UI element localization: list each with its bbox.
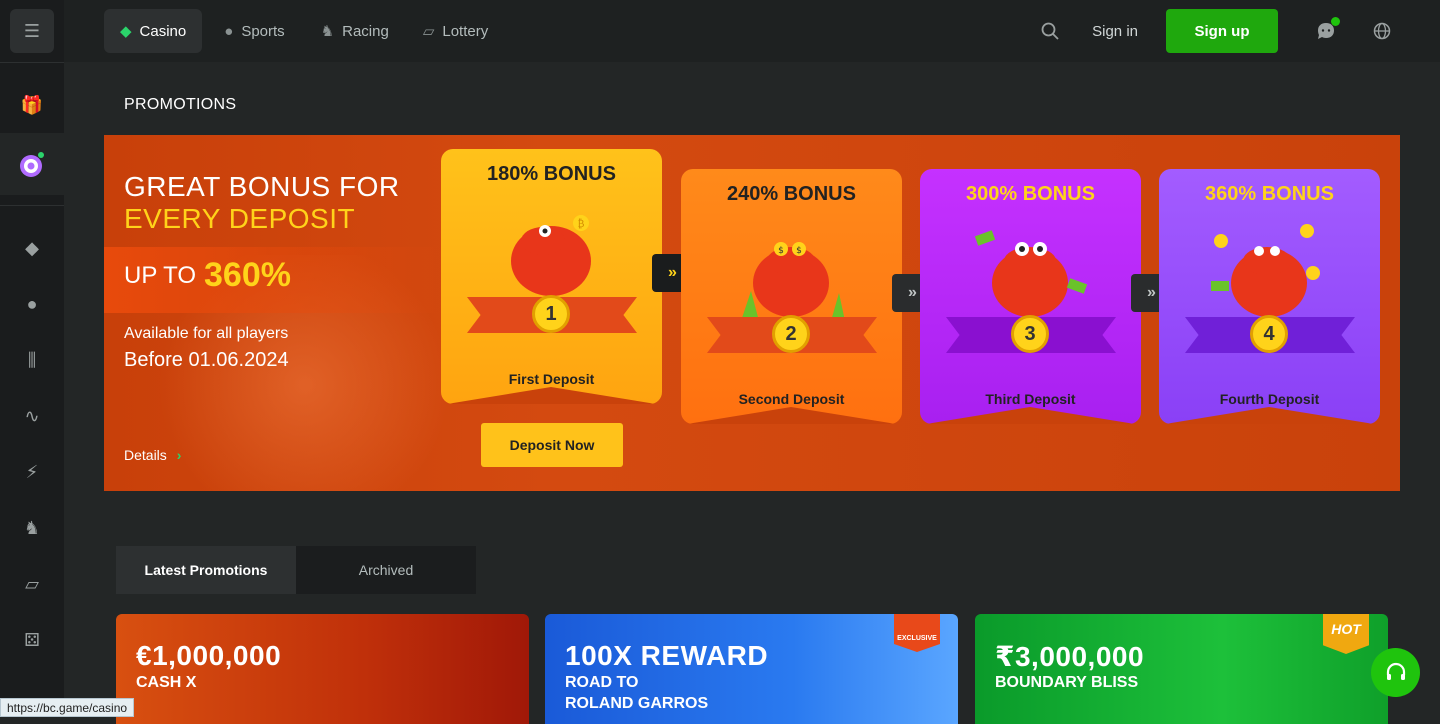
headset-svg: [1386, 662, 1405, 680]
nav-label: Casino: [139, 22, 187, 40]
horse-icon[interactable]: ♞: [0, 500, 64, 556]
svg-text:$: $: [796, 246, 802, 256]
racing-icon: ♞: [320, 23, 335, 40]
card-label: Second Deposit: [738, 391, 845, 407]
promo-subtitle: ROAD TO ROLAND GARROS: [565, 674, 709, 712]
top-header: ◆ Casino ● Sports ♞ Racing ▱ Lottery Sig…: [64, 0, 1440, 62]
promo-banner: GREAT BONUS FOR EVERY DEPOSIT UP TO 360%…: [104, 135, 1400, 491]
promo-card-cash-x[interactable]: €1,000,000 CASH X: [116, 614, 529, 724]
promo-subtitle: BOUNDARY BLISS: [995, 674, 1139, 691]
promo-card-boundary-bliss[interactable]: ₹3,000,000 BOUNDARY BLISS HOT: [975, 614, 1388, 724]
deposit-now-button[interactable]: Deposit Now: [481, 423, 623, 467]
nav-label: Lottery: [442, 22, 489, 40]
search-icon[interactable]: [1030, 11, 1070, 51]
signup-button[interactable]: Sign up: [1166, 9, 1278, 53]
details-label: Details: [124, 447, 167, 463]
notification-dot: [1331, 17, 1340, 26]
bonus-card-third: 300% BONUS 3 Third Deposit: [920, 169, 1141, 424]
card-title: 360% BONUS: [1205, 183, 1334, 205]
casino-icon: ◆: [120, 23, 132, 40]
pulse-icon[interactable]: ∿: [0, 388, 64, 444]
globe-svg: [1373, 22, 1391, 40]
tab-archived[interactable]: Archived: [296, 546, 476, 594]
step-medal: 1: [532, 295, 570, 333]
ticket-icon[interactable]: ▱: [0, 556, 64, 612]
card-label: Third Deposit: [985, 391, 1076, 407]
promo-title: ₹3,000,000: [995, 641, 1145, 672]
upto-value: 360%: [204, 256, 291, 294]
basketball-icon[interactable]: ●: [0, 276, 64, 332]
card-label: First Deposit: [508, 371, 595, 387]
spin-wheel-icon[interactable]: [0, 133, 64, 195]
sidebar: ☰ 🎁 ◆ ● ⫼ ∿ ⚡ ♞ ▱ ⚄: [0, 0, 64, 717]
details-link[interactable]: Details ›: [124, 447, 181, 463]
promo-subtitle: CASH X: [136, 674, 197, 691]
hot-badge: HOT: [1323, 614, 1369, 654]
step-medal: 2: [772, 315, 810, 353]
bonus-card-second: 240% BONUS $ $ 2 Second Deposit: [681, 169, 902, 424]
globe-icon[interactable]: [1364, 13, 1400, 49]
sidebar-divider: [0, 205, 64, 206]
card-title: 240% BONUS: [727, 183, 856, 205]
support-headset-icon[interactable]: [1371, 648, 1420, 697]
bonus-card-fourth: 360% BONUS 4 Fourth Deposit: [1159, 169, 1380, 424]
exclusive-badge: EXCLUSIVE: [894, 614, 940, 652]
nav-label: Racing: [342, 22, 389, 40]
lottery-icon: ▱: [422, 23, 435, 40]
promo-card-roland-garros[interactable]: 100X REWARD ROAD TO ROLAND GARROS EXCLUS…: [545, 614, 958, 724]
nav-sports[interactable]: ● Sports: [208, 9, 300, 53]
promotion-tabs: Latest Promotions Archived: [116, 546, 476, 594]
link-status-bar: https://bc.game/casino: [0, 698, 135, 717]
card-title: 180% BONUS: [487, 163, 616, 185]
lightning-icon[interactable]: ⚡: [0, 444, 64, 500]
nav-racing[interactable]: ♞ Racing: [305, 9, 405, 53]
sidebar-divider: [0, 62, 64, 63]
chat-icon[interactable]: [1308, 13, 1344, 49]
gift-icon[interactable]: 🎁: [0, 77, 64, 133]
page-title: PROMOTIONS: [124, 96, 237, 113]
deadline-text: Before 01.06.2024: [124, 349, 289, 371]
availability-text: Available for all players: [124, 325, 289, 342]
svg-text:$: $: [778, 246, 784, 256]
signin-link[interactable]: Sign in: [1092, 23, 1138, 40]
chevron-right-icon: ›: [176, 447, 182, 463]
candlestick-icon[interactable]: ⫼: [0, 332, 64, 388]
tab-latest-promotions[interactable]: Latest Promotions: [116, 546, 296, 594]
promo-title: 100X REWARD: [565, 640, 769, 671]
step-medal: 3: [1011, 315, 1049, 353]
card-label: Fourth Deposit: [1219, 391, 1320, 407]
menu-icon[interactable]: ☰: [10, 9, 54, 53]
search-svg: [1041, 22, 1059, 40]
spin-wheel-svg: [20, 152, 44, 177]
banner-title-line2: EVERY DEPOSIT: [124, 203, 356, 234]
bonus-card-first: 180% BONUS ₿ 1 First Deposit: [441, 149, 662, 404]
dice-icon[interactable]: ⚄: [0, 612, 64, 668]
nav-casino[interactable]: ◆ Casino: [104, 9, 203, 53]
nav-label: Sports: [241, 22, 285, 40]
sports-icon: ●: [224, 22, 234, 40]
banner-title-line1: GREAT BONUS FOR: [124, 171, 400, 202]
promo-title: €1,000,000: [136, 640, 282, 671]
nav-lottery[interactable]: ▱ Lottery: [407, 9, 504, 53]
casino-icon[interactable]: ◆: [0, 220, 64, 276]
svg-text:₿: ₿: [578, 218, 585, 230]
step-medal: 4: [1250, 315, 1288, 353]
card-title: 300% BONUS: [966, 183, 1095, 205]
upto-label: UP TO: [124, 262, 197, 289]
